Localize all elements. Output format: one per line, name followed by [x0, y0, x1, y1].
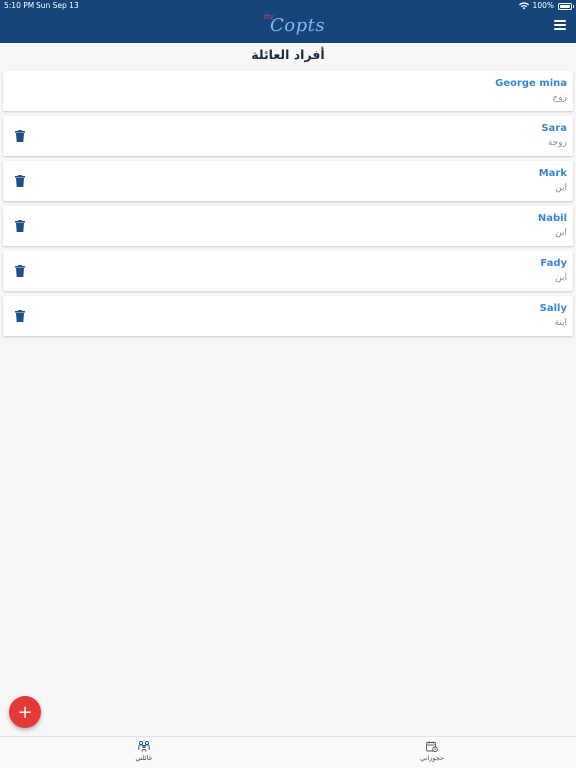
member-card[interactable]: Mark ابن [3, 161, 573, 201]
trash-icon[interactable] [15, 130, 25, 142]
member-name: Mark [538, 168, 567, 179]
member-card[interactable]: Nabil ابن [3, 206, 573, 246]
battery-icon [558, 2, 574, 10]
trash-icon[interactable] [15, 175, 25, 187]
trash-icon[interactable] [15, 310, 25, 322]
app-header: 5:10 PM Sun Sep 13 100% ttv Copts [0, 0, 576, 43]
tab-family-label: عائلتي [135, 754, 153, 762]
tab-bar: عائلتي حجوزاتي [0, 736, 576, 768]
member-card[interactable]: George mina زوج [3, 71, 573, 111]
battery-percent: 100% [532, 1, 554, 10]
member-name: Fady [540, 258, 567, 269]
member-relation: ابنة [554, 318, 567, 328]
member-card[interactable]: Sara زوجة [3, 116, 573, 156]
page-title: أفراد العائلة [251, 47, 325, 62]
tab-family[interactable]: عائلتي [114, 741, 174, 767]
wifi-icon [518, 2, 529, 10]
member-card[interactable]: Sally ابنة [3, 296, 573, 336]
logo-text: Copts [270, 15, 326, 36]
member-name: Sara [541, 123, 567, 134]
hamburger-icon-line [554, 28, 566, 30]
member-relation: زوج [552, 93, 567, 103]
hamburger-icon-line [554, 24, 566, 26]
app-logo: ttv Copts [258, 12, 325, 40]
calendar-icon [426, 741, 438, 752]
status-right: 100% [518, 0, 574, 12]
hamburger-icon-line [554, 20, 566, 22]
tab-bookings-label: حجوزاتي [420, 754, 444, 762]
member-card[interactable]: Fady ابن [3, 251, 573, 291]
family-icon [138, 741, 150, 752]
status-bar: 5:10 PM Sun Sep 13 100% [0, 0, 576, 12]
add-member-button[interactable]: + [9, 696, 41, 728]
member-relation: زوجة [547, 138, 567, 148]
member-name: George mina [495, 78, 567, 89]
tab-bookings[interactable]: حجوزاتي [402, 741, 462, 767]
member-name: Nabil [537, 213, 567, 224]
status-time: 5:10 PM [4, 1, 35, 10]
menu-button[interactable] [554, 20, 566, 30]
member-name: Sally [539, 303, 567, 314]
member-relation: ابن [555, 273, 567, 283]
member-relation: ابن [555, 183, 567, 193]
family-member-list: George mina زوج Sara زوجة Mark ابن Nabil… [3, 71, 573, 341]
status-date: Sun Sep 13 [36, 1, 79, 10]
member-relation: ابن [555, 228, 567, 238]
trash-icon[interactable] [15, 220, 25, 232]
trash-icon[interactable] [15, 265, 25, 277]
